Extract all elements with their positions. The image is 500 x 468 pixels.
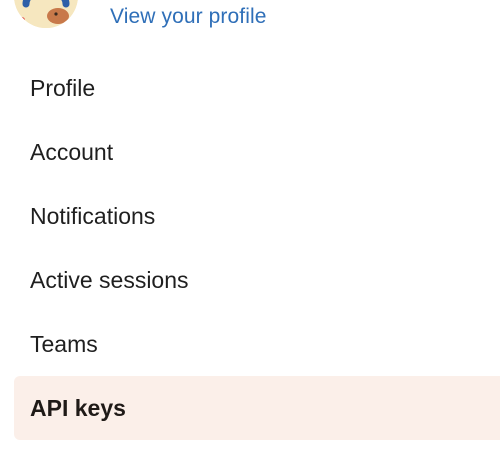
menu-item-profile[interactable]: Profile xyxy=(14,56,500,120)
settings-menu: Profile Account Notifications Active ses… xyxy=(14,56,500,440)
avatar-illustration-icon xyxy=(14,0,78,28)
settings-sidebar: View your profile Profile Account Notifi… xyxy=(0,0,500,468)
menu-item-active-sessions[interactable]: Active sessions xyxy=(14,248,500,312)
profile-header: View your profile xyxy=(0,0,500,40)
menu-item-label: Active sessions xyxy=(30,266,189,293)
menu-item-label: API keys xyxy=(30,394,126,421)
menu-item-label: Notifications xyxy=(30,202,156,229)
view-profile-link[interactable]: View your profile xyxy=(110,5,267,29)
menu-item-label: Teams xyxy=(30,330,98,357)
menu-item-account[interactable]: Account xyxy=(14,120,500,184)
menu-item-label: Account xyxy=(30,138,114,165)
menu-item-label: Profile xyxy=(30,74,96,101)
menu-item-notifications[interactable]: Notifications xyxy=(14,184,500,248)
menu-item-teams[interactable]: Teams xyxy=(14,312,500,376)
avatar[interactable] xyxy=(14,0,78,28)
menu-item-api-keys[interactable]: API keys xyxy=(14,376,500,440)
